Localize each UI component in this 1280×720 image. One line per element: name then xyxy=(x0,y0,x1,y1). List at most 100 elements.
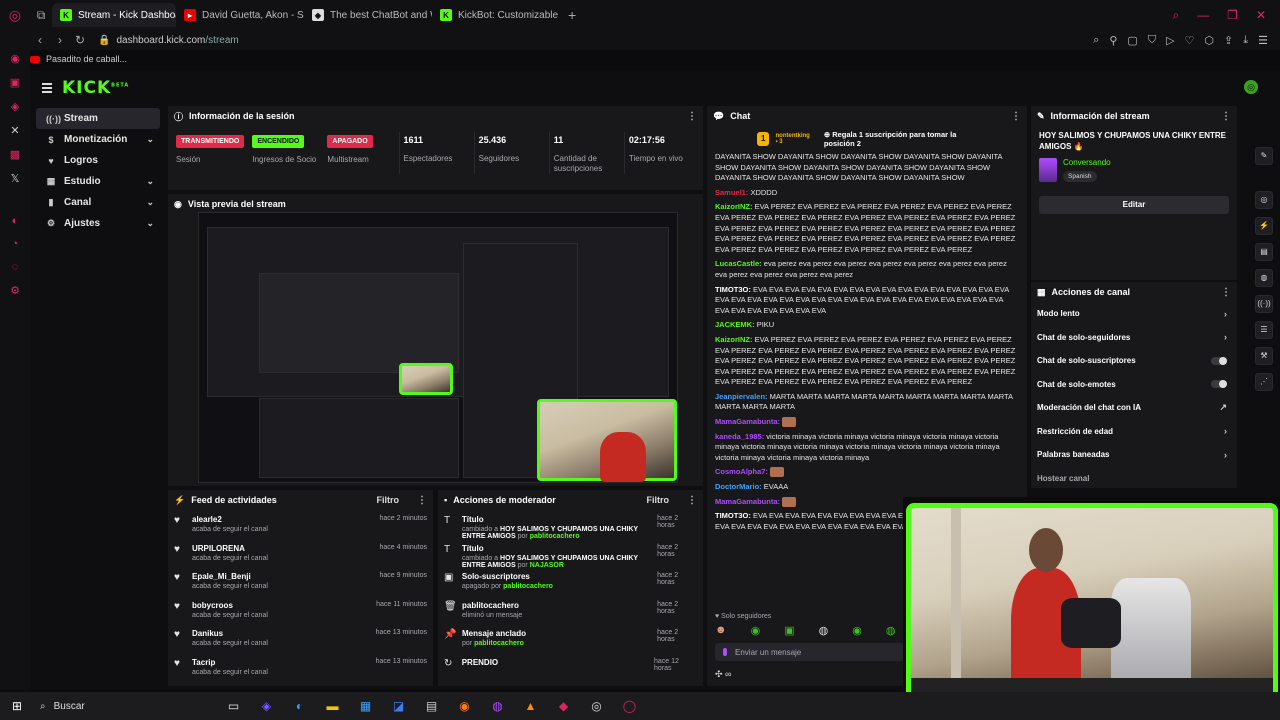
chat-icon[interactable]: ▣ xyxy=(10,76,20,89)
download-icon[interactable]: ⤓ xyxy=(1243,34,1248,47)
chat-username[interactable]: TIMOT3O: xyxy=(715,285,751,294)
category-name[interactable]: Conversando xyxy=(1063,158,1111,167)
new-tab-button[interactable]: + xyxy=(560,7,584,23)
chat-username[interactable]: MamaGamabunta: xyxy=(715,417,780,426)
browser-tab-youtube[interactable]: ▸ David Guetta, Akon - Sex xyxy=(176,3,304,27)
sidebar-item-canal[interactable]: ▮ Canal ⌄ xyxy=(36,192,160,213)
more-icon[interactable]: ⋮ xyxy=(687,111,697,122)
edge-icon[interactable]: ◐ xyxy=(290,699,309,713)
menu-icon[interactable]: ☰ xyxy=(1258,34,1268,47)
chat-username[interactable]: CosmoAlpha7: xyxy=(715,467,768,476)
browser-tab-chatbot[interactable]: ◆ The best ChatBot and W xyxy=(304,3,432,27)
pin-icon[interactable]: ⚲ xyxy=(1109,34,1117,47)
task-view-icon[interactable]: ▭ xyxy=(224,699,243,713)
shield-icon[interactable]: ⛉ xyxy=(1148,34,1156,47)
tab-manager-icon[interactable]: ⧉ xyxy=(30,8,52,23)
document-icon[interactable]: ▤ xyxy=(1255,243,1273,261)
follower-name[interactable]: Epale_Mi_Benji xyxy=(192,572,268,581)
more-icon[interactable]: ⋮ xyxy=(1221,111,1231,122)
pencil-icon[interactable]: ✎ xyxy=(1255,147,1273,165)
chat-username[interactable]: Samuel1: xyxy=(715,188,748,197)
chat-username[interactable]: JACKEMK: xyxy=(715,320,755,329)
channel-action-chat-de-solo-seguidores[interactable]: Chat de solo-seguidores › xyxy=(1031,326,1237,350)
zoom-icon[interactable]: ⌕ xyxy=(1093,34,1099,47)
more-icon[interactable]: ⋮ xyxy=(1221,287,1231,298)
share-icon[interactable]: ⇪ xyxy=(1224,34,1233,47)
browser-tab-kickbot[interactable]: K KickBot: Customizable Ch xyxy=(432,3,560,27)
follower-name[interactable]: bobycroos xyxy=(192,601,268,610)
bookmark-item[interactable]: Pasadito de caball... xyxy=(30,52,127,66)
target-icon[interactable]: ◎ xyxy=(1255,191,1273,209)
player-icon[interactable]: ◐ xyxy=(12,215,19,227)
store-icon[interactable]: ▦ xyxy=(356,699,375,713)
minimize-icon[interactable]: — xyxy=(1197,8,1209,23)
share-icon[interactable]: ⋰ xyxy=(1255,373,1273,391)
messenger-icon[interactable]: ◉ xyxy=(10,52,20,65)
sidebar-item-ajustes[interactable]: ⚙ Ajustes ⌄ xyxy=(36,213,160,234)
windows-start-icon[interactable]: ⊞ xyxy=(0,699,34,713)
moderator-name[interactable]: pablitocachero xyxy=(474,640,524,647)
emote-icon[interactable]: ◉ xyxy=(852,624,862,637)
forward-icon[interactable]: › xyxy=(50,33,70,47)
channel-action-chat-de-solo-suscriptores[interactable]: Chat de solo-suscriptores xyxy=(1031,349,1237,373)
chat-bubble-icon[interactable]: ◍ xyxy=(1255,269,1273,287)
heart-icon[interactable]: ♡ xyxy=(1185,34,1195,47)
emote-icon[interactable]: ◍ xyxy=(819,624,829,637)
chat-username[interactable]: LucasCastle: xyxy=(715,259,762,268)
chat-username[interactable]: TIMOT3O: xyxy=(715,511,751,520)
channel-action-modo-lento[interactable]: Modo lento › xyxy=(1031,302,1237,326)
sidebar-item-logros[interactable]: ♥ Logros xyxy=(36,150,160,171)
menu-icon[interactable] xyxy=(42,81,52,95)
emote-icon[interactable]: ☻ xyxy=(715,624,727,637)
back-icon[interactable]: ‹ xyxy=(30,33,50,47)
chat-username[interactable]: Jeanpiervalen: xyxy=(715,392,768,401)
kick-logo[interactable]: KICKBETA xyxy=(62,78,129,98)
follower-name[interactable]: URPILORENA xyxy=(192,544,268,553)
obs-icon[interactable]: ◎ xyxy=(587,699,606,713)
stream-preview-video[interactable] xyxy=(198,212,678,483)
chat-username[interactable]: DoctorMario: xyxy=(715,482,762,491)
app-icon[interactable]: ◆ xyxy=(554,699,573,713)
toggle-switch[interactable] xyxy=(1211,380,1227,389)
opera-icon[interactable]: ◯ xyxy=(620,699,639,713)
sidebar-item-stream[interactable]: ((·)) Stream xyxy=(36,108,160,129)
emote-icon[interactable]: ◍ xyxy=(886,624,896,637)
emote-icon[interactable]: ▣ xyxy=(784,624,794,637)
app-icon[interactable]: ▤ xyxy=(422,699,441,713)
broadcast-icon[interactable]: ((·)) xyxy=(1255,295,1273,313)
history-icon[interactable]: ◔ xyxy=(12,238,19,250)
chat-username[interactable]: KaizorINZ: xyxy=(715,335,753,344)
channel-action-palabras-baneadas[interactable]: Palabras baneadas › xyxy=(1031,443,1237,467)
taskbar-search[interactable]: ⌕ Buscar xyxy=(34,701,214,712)
maximize-icon[interactable]: ❐ xyxy=(1227,8,1238,23)
extensions-icon[interactable]: ⬡ xyxy=(1204,34,1214,47)
pinned-gift-goal[interactable]: 1 nontentking ▪ 3 ⊕ Regala 1 suscripción… xyxy=(707,126,1027,152)
toggle-switch[interactable] xyxy=(1211,356,1227,365)
play-icon[interactable]: ▷ xyxy=(1166,34,1174,47)
chat-username[interactable]: kaneda_1985: xyxy=(715,432,764,441)
copilot-icon[interactable]: ◈ xyxy=(257,699,276,713)
vlc-icon[interactable]: ▲ xyxy=(521,699,540,713)
wrench-icon[interactable]: ⚒ xyxy=(1255,347,1273,365)
music-icon[interactable]: ◈ xyxy=(11,100,19,113)
filter-button[interactable]: Filtro xyxy=(377,495,400,505)
discord-icon[interactable]: ◍ xyxy=(488,699,507,713)
channel-action-moderaci-n-del-chat-con-ia[interactable]: Moderación del chat con IA ↗ xyxy=(1031,396,1237,420)
twitch-icon[interactable]: ▩ xyxy=(10,148,20,161)
edit-button[interactable]: Editar xyxy=(1039,196,1229,214)
close-window-icon[interactable]: ✕ xyxy=(1256,8,1266,23)
moderator-name[interactable]: NAJASOR xyxy=(530,562,564,569)
follower-name[interactable]: Tacrip xyxy=(192,658,268,667)
file-explorer-icon[interactable]: ▬ xyxy=(323,699,342,713)
more-icon[interactable]: ⋮ xyxy=(417,495,427,506)
chat-username[interactable]: KaizorINZ: xyxy=(715,202,753,211)
more-icon[interactable]: ⋮ xyxy=(1011,111,1021,122)
chat-username[interactable]: MamaGamabunta: xyxy=(715,497,780,506)
channel-action-hostear-canal[interactable]: Hostear canal xyxy=(1031,467,1237,491)
emote-icon[interactable]: ◉ xyxy=(751,624,761,637)
bolt-icon[interactable]: ⚡ xyxy=(1255,217,1273,235)
search-icon[interactable]: ⌕ xyxy=(1172,8,1179,23)
moderator-name[interactable]: pablitocachero xyxy=(530,533,580,540)
channel-action-restricci-n-de-edad[interactable]: Restricción de edad › xyxy=(1031,420,1237,444)
reload-icon[interactable]: ↻ xyxy=(70,33,90,47)
